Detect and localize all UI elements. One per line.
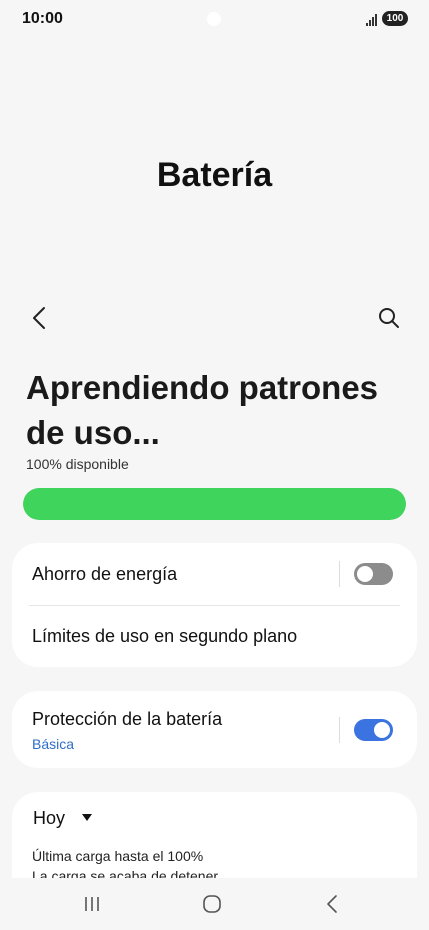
recent-apps-button[interactable] <box>77 892 107 916</box>
battery-icon: 100 <box>382 11 408 26</box>
back-nav-button[interactable] <box>317 892 347 916</box>
signal-icon <box>366 13 378 31</box>
vertical-divider <box>339 717 340 743</box>
navigation-bar <box>0 878 429 930</box>
back-icon <box>327 895 337 913</box>
camera-dot <box>207 12 221 26</box>
power-saving-label: Ahorro de energía <box>32 564 178 584</box>
battery-protection-label: Protección de la batería <box>32 709 223 729</box>
background-limits-row[interactable]: Límites de uso en segundo plano <box>12 606 417 667</box>
battery-screen: 10:00 100 Batería Aprendiendo patrones d… <box>0 0 429 930</box>
search-icon <box>379 308 399 328</box>
page-title: Batería <box>156 156 273 194</box>
caret-down-icon <box>82 814 92 821</box>
battery-level-fill <box>23 488 406 520</box>
toggle-knob <box>357 566 373 582</box>
recent-apps-icon <box>85 897 99 911</box>
status-time: 10:00 <box>22 10 63 27</box>
battery-protection-toggle[interactable] <box>354 719 393 741</box>
search-button[interactable] <box>374 303 404 333</box>
background-limits-label: Límites de uso en segundo plano <box>32 626 298 646</box>
power-saving-toggle[interactable] <box>354 563 393 585</box>
power-saving-row[interactable]: Ahorro de energía <box>12 543 417 605</box>
back-button[interactable] <box>24 303 54 333</box>
battery-protection-card[interactable]: Protección de la batería Básica <box>12 691 417 768</box>
battery-status-heading: Aprendiendo patrones de uso... <box>26 369 379 451</box>
battery-level-bar <box>23 488 406 520</box>
battery-protection-value: Básica <box>32 736 75 752</box>
battery-available-text: 100% disponible <box>26 456 129 472</box>
period-dropdown[interactable]: Hoy <box>12 792 112 842</box>
power-settings-card: Ahorro de energía Límites de uso en segu… <box>12 543 417 667</box>
vertical-divider <box>339 561 340 587</box>
status-bar: 10:00 100 <box>0 0 429 40</box>
chevron-left-icon <box>33 307 45 329</box>
usage-card: Hoy Última carga hasta el 100% La carga … <box>12 792 417 880</box>
toggle-knob <box>374 722 390 738</box>
period-label: Hoy <box>33 808 66 828</box>
last-charge-text: Última carga hasta el 100% <box>32 848 204 864</box>
home-button[interactable] <box>197 892 227 916</box>
home-icon <box>203 895 221 913</box>
